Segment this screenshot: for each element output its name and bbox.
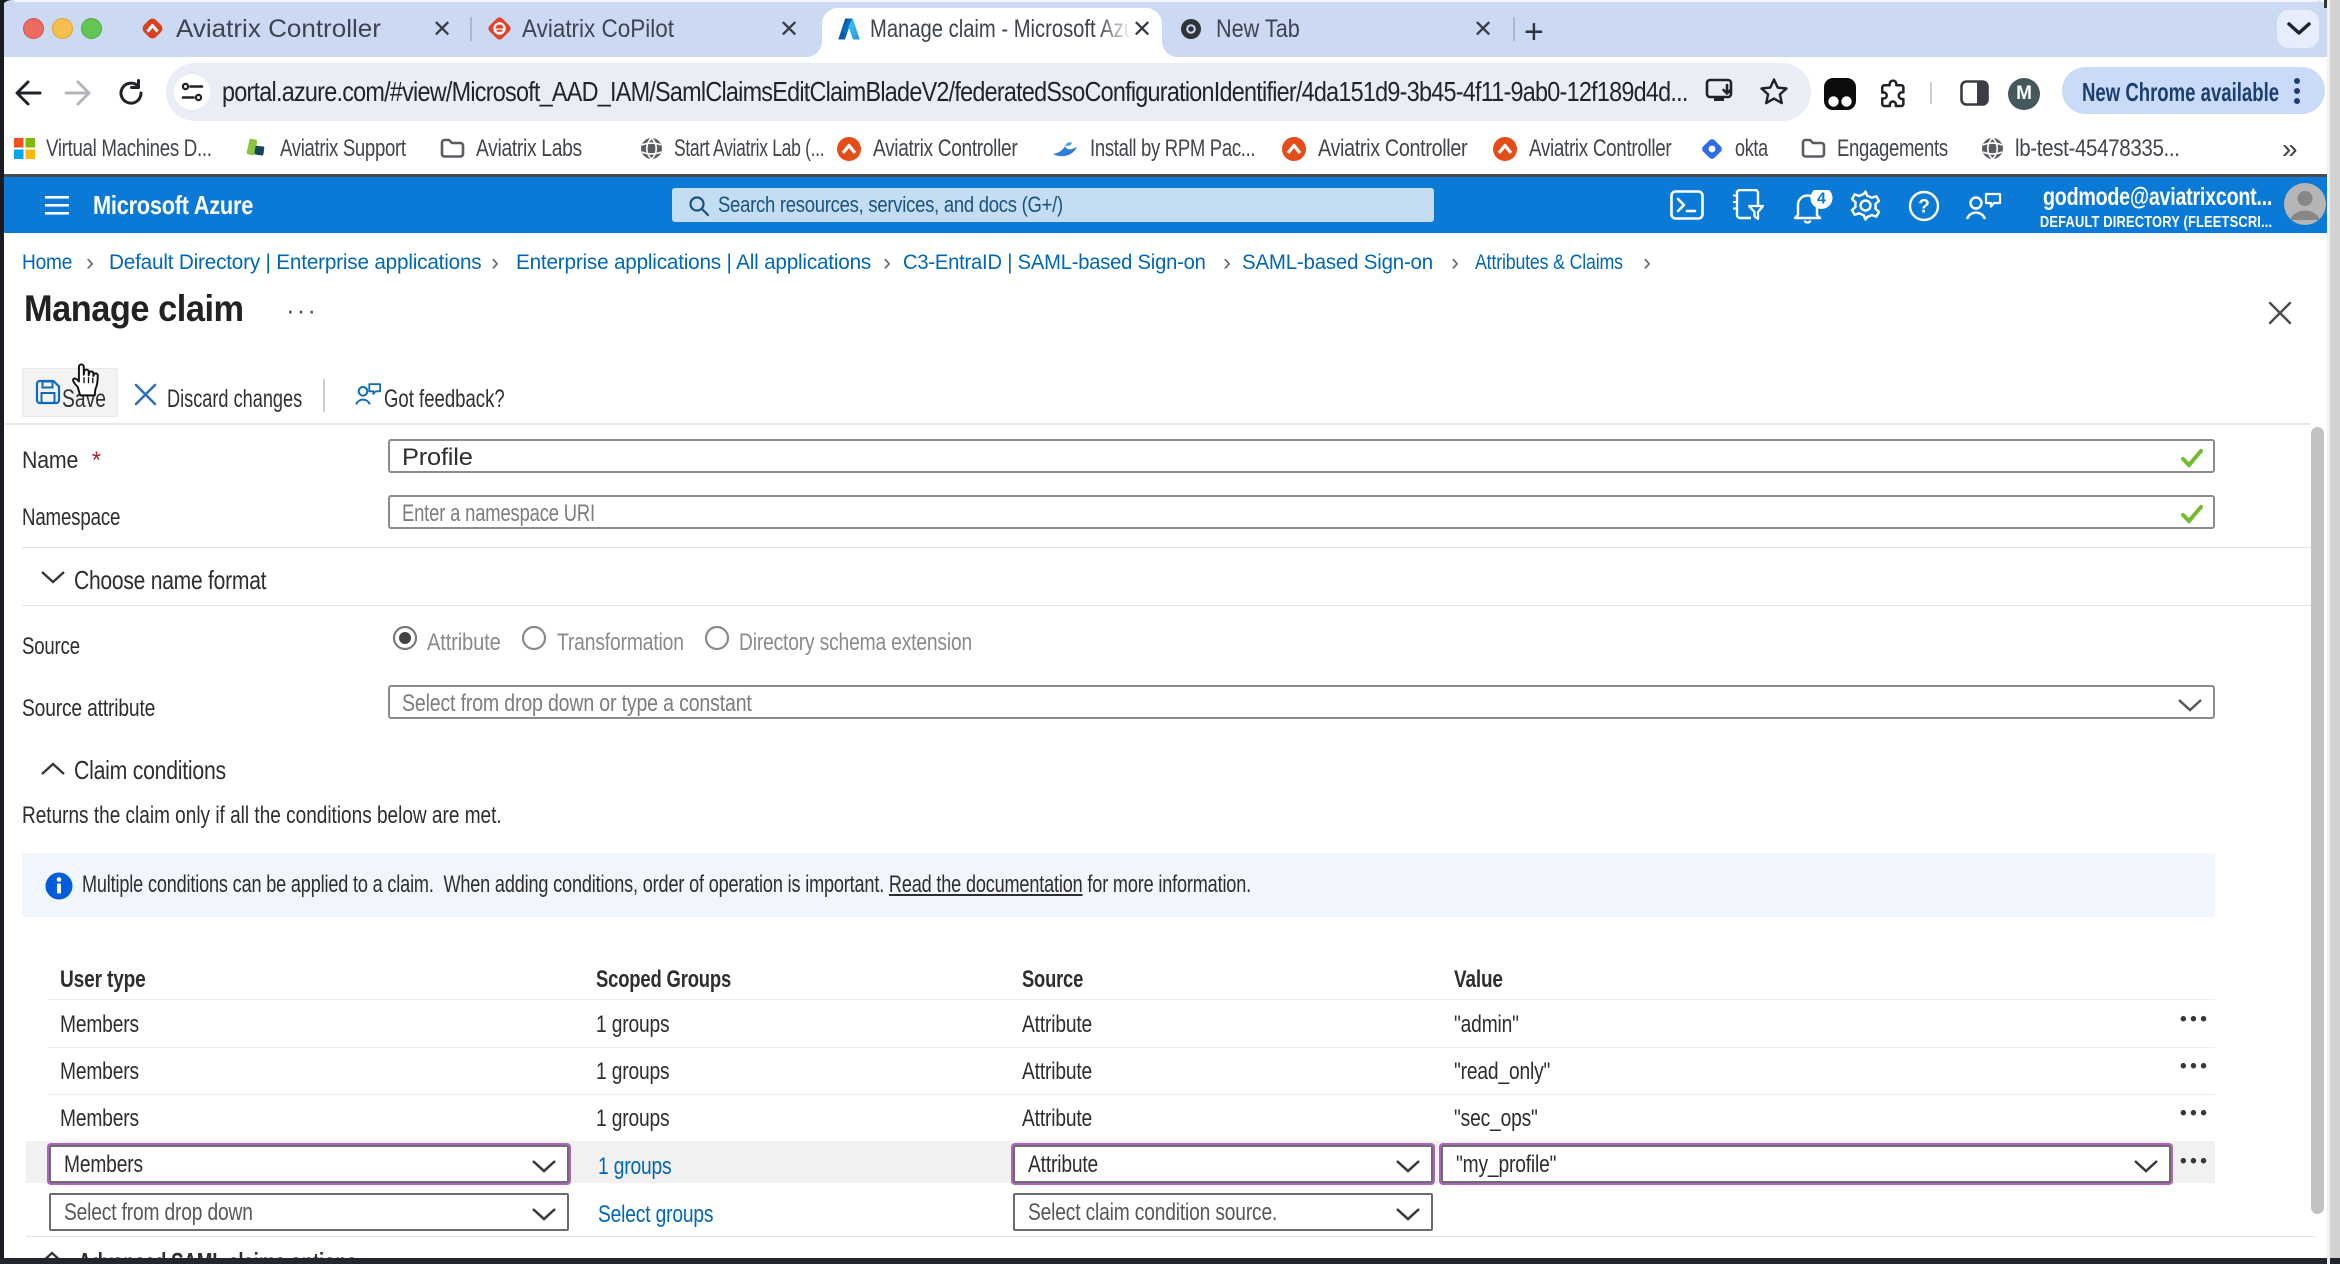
svg-text:?: ? bbox=[1918, 197, 1930, 218]
svg-text:4: 4 bbox=[1817, 191, 1826, 208]
